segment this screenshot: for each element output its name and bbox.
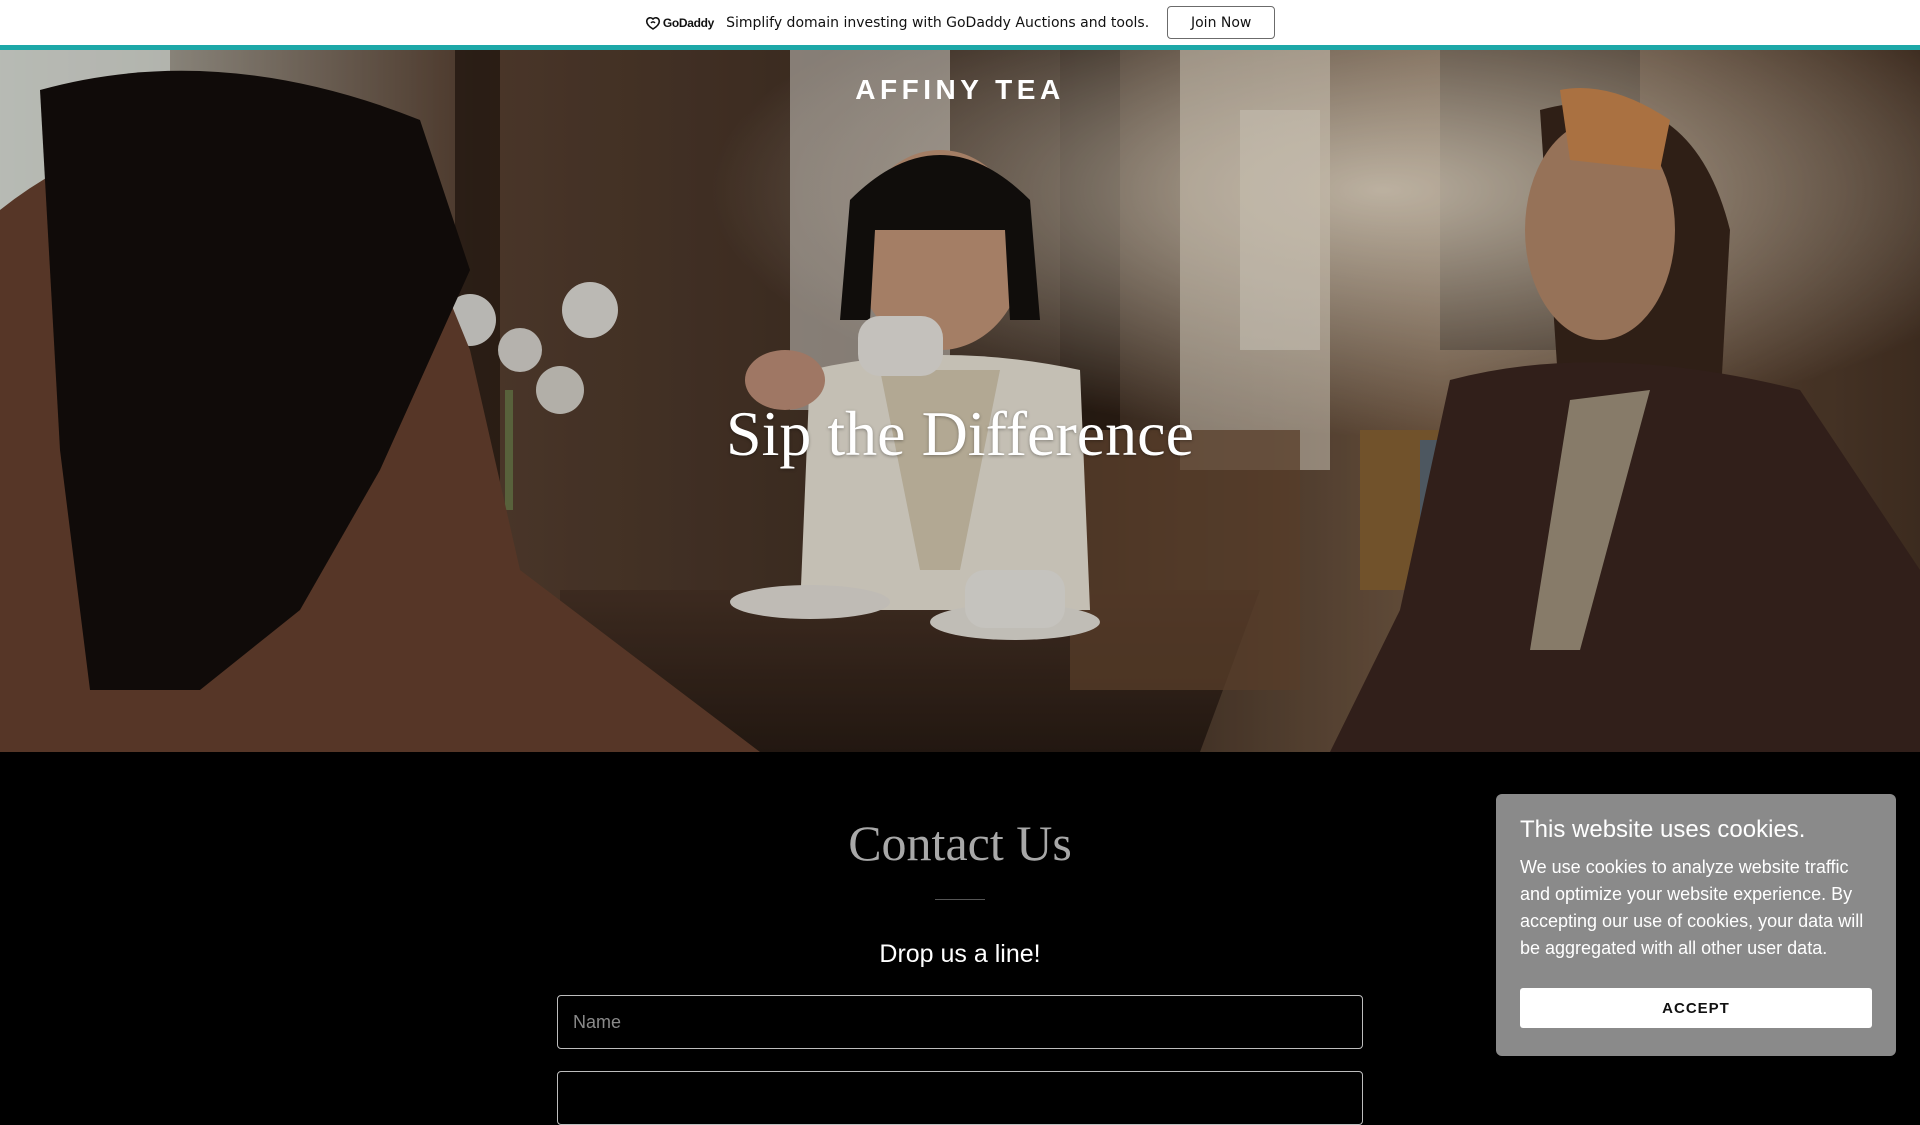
- next-form-field[interactable]: [557, 1071, 1363, 1125]
- section-divider: [935, 899, 985, 900]
- godaddy-icon: [645, 16, 660, 30]
- cookie-banner: This website uses cookies. We use cookie…: [1496, 794, 1896, 1056]
- hero-section: AFFINY TEA Sip the Difference: [0, 50, 1920, 752]
- godaddy-logo: GoDaddy: [645, 16, 714, 30]
- cookie-title: This website uses cookies.: [1520, 816, 1806, 843]
- hero-title: Sip the Difference: [726, 398, 1194, 469]
- promo-message: Simplify domain investing with GoDaddy A…: [726, 14, 1150, 31]
- promo-bar: GoDaddy Simplify domain investing with G…: [0, 0, 1920, 45]
- accept-cookies-button[interactable]: ACCEPT: [1520, 988, 1872, 1028]
- site-brand[interactable]: AFFINY TEA: [0, 74, 1920, 106]
- join-now-button[interactable]: Join Now: [1167, 6, 1276, 39]
- name-field[interactable]: [557, 995, 1363, 1049]
- godaddy-logo-text: GoDaddy: [662, 15, 715, 30]
- cookie-body: We use cookies to analyze website traffi…: [1520, 857, 1864, 958]
